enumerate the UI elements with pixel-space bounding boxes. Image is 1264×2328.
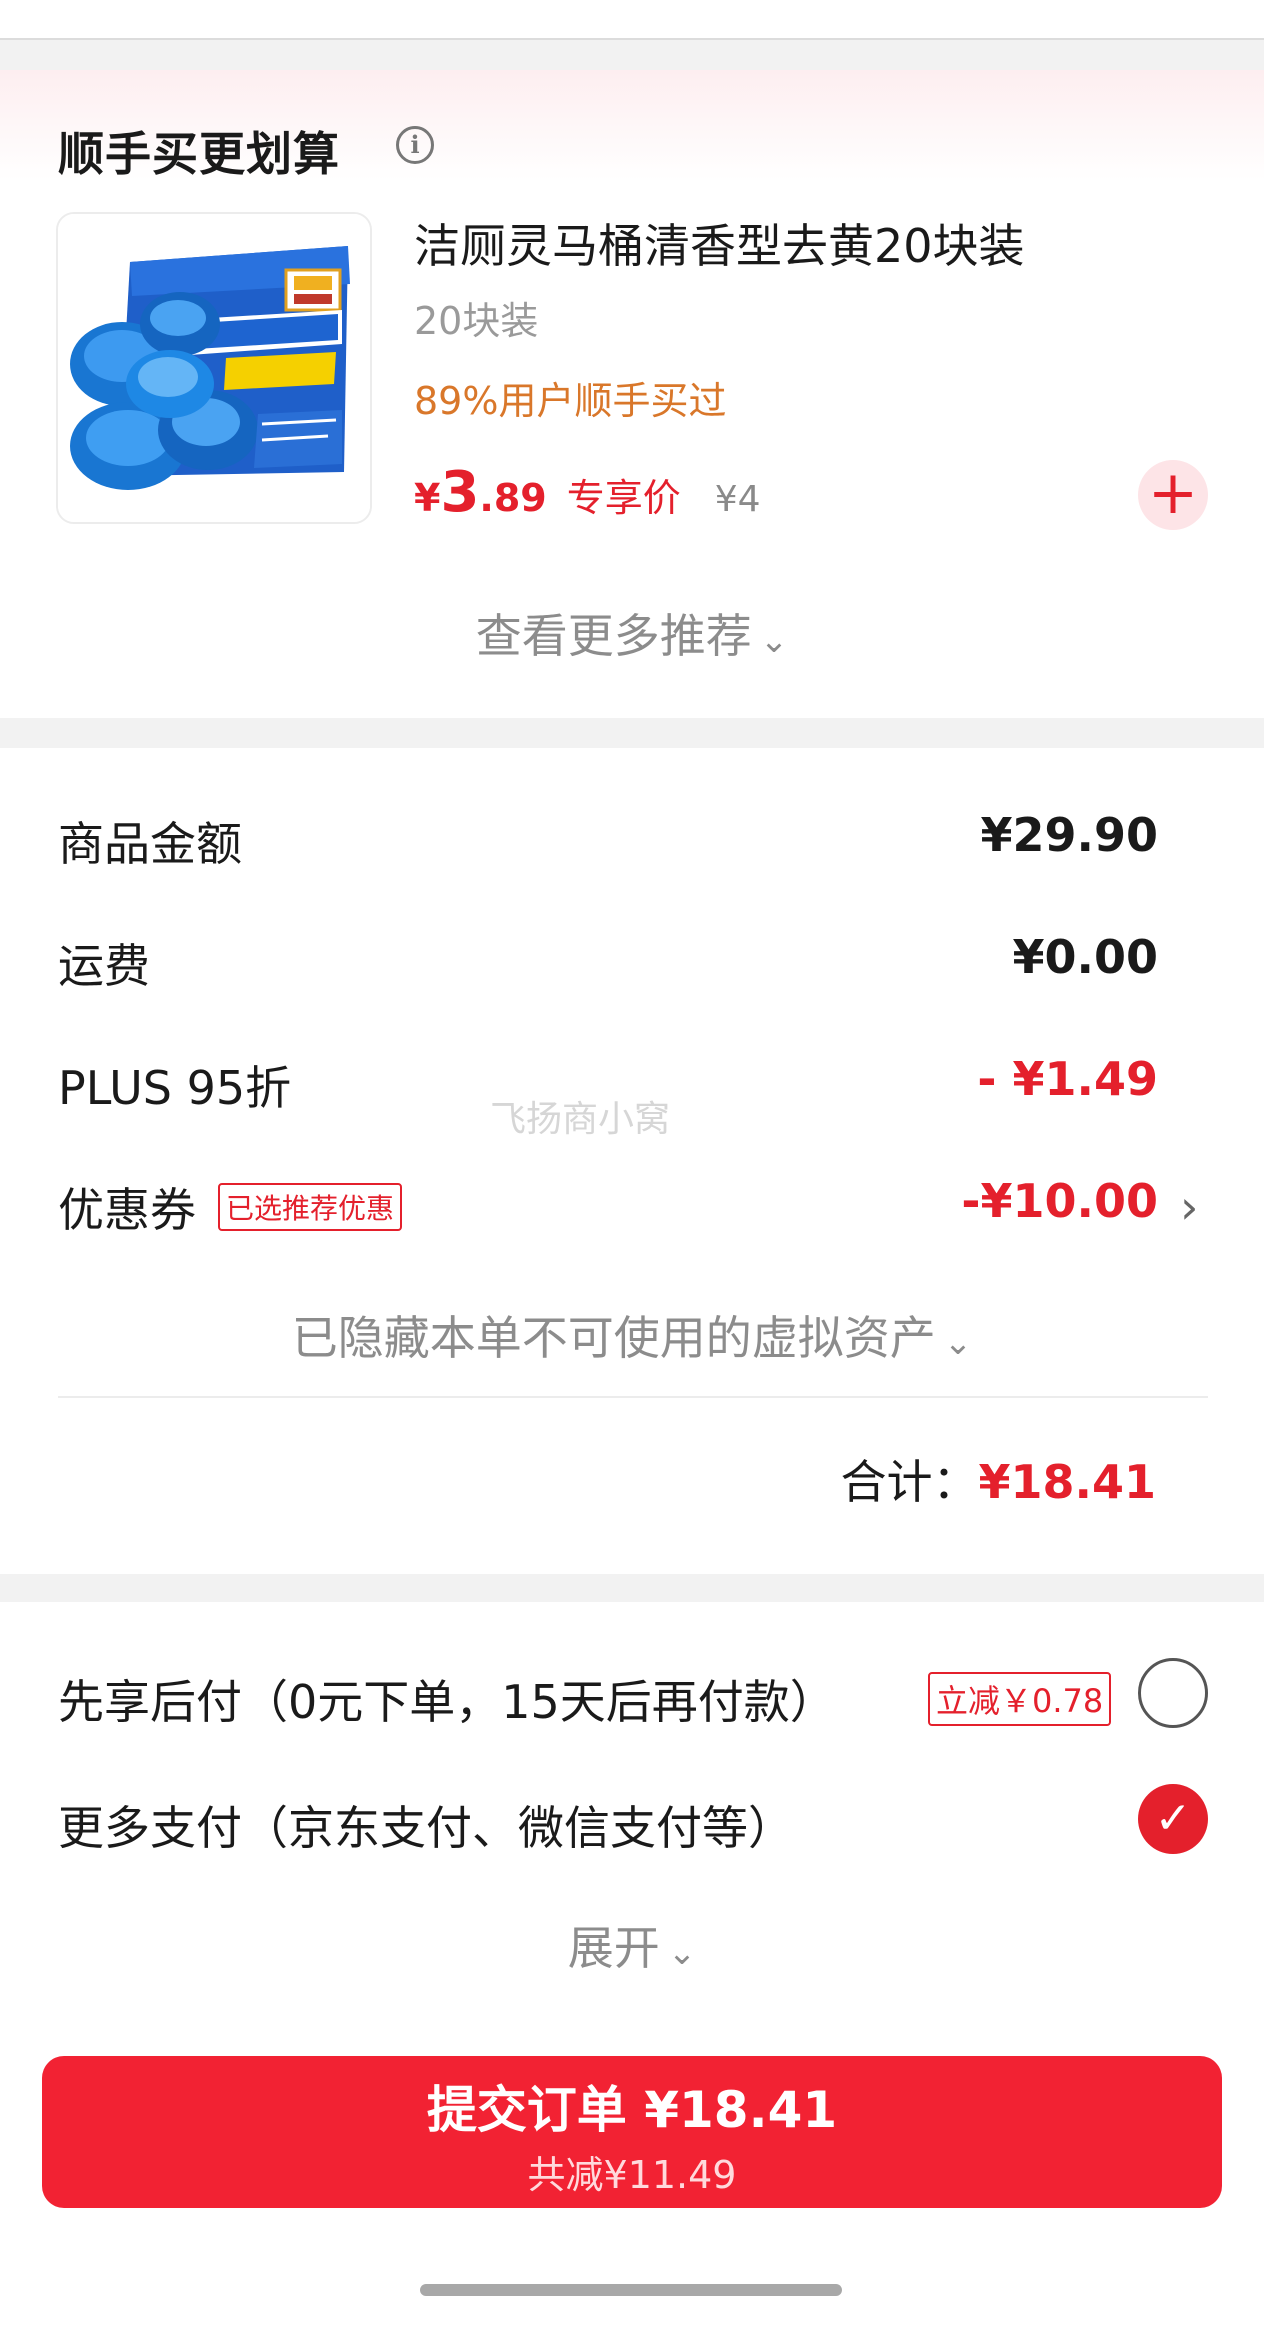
summary-label: 优惠券 已选推荐优惠: [58, 1174, 403, 1240]
expand-payment-button[interactable]: 展开 ⌄: [0, 1912, 1264, 1978]
price-tag: 专享价: [566, 476, 681, 520]
chevron-down-icon: ⌄: [943, 1323, 973, 1363]
hidden-assets-label: 已隐藏本单不可使用的虚拟资产: [291, 1311, 936, 1365]
total-value: ¥18.41: [978, 1455, 1156, 1509]
recommend-title: 顺手买更划算: [58, 127, 340, 181]
coupon-badge: 已选推荐优惠: [218, 1183, 403, 1231]
plus-icon: +: [1147, 458, 1199, 528]
pay-later-radio[interactable]: [1138, 1658, 1208, 1728]
more-payment-radio-checked[interactable]: ✓: [1138, 1784, 1208, 1854]
more-recommendations-button[interactable]: 查看更多推荐 ⌄: [0, 600, 1264, 666]
summary-value: ¥29.90: [980, 808, 1158, 862]
pay-later-discount-badge: 立减￥0.78: [928, 1672, 1112, 1726]
summary-row-goods: 商品金额 ¥29.90: [58, 808, 1158, 871]
chevron-down-icon: ⌄: [759, 621, 789, 661]
submit-order-label: 提交订单 ¥18.41: [426, 2081, 838, 2139]
home-indicator[interactable]: [420, 2284, 842, 2296]
product-social-proof: 89%用户顺手买过: [414, 379, 727, 423]
summary-value: - ¥1.49: [977, 1052, 1158, 1106]
summary-value: -¥10.00: [961, 1174, 1158, 1228]
product-image[interactable]: [56, 212, 372, 524]
price-decimal: .89: [479, 476, 547, 520]
recommend-card: 顺手买更划算 i 洁厕灵马桶清香型去黄20块装 20块装 89%用户顺手买过 ¥…: [0, 70, 1264, 718]
hidden-assets-toggle[interactable]: 已隐藏本单不可使用的虚拟资产 ⌄: [0, 1302, 1264, 1368]
coupon-label: 优惠券: [58, 1183, 196, 1237]
payment-option-more[interactable]: 更多支付（京东支付、微信支付等）: [58, 1792, 794, 1858]
summary-value: ¥0.00: [1012, 930, 1158, 984]
product-name[interactable]: 洁厕灵马桶清香型去黄20块装: [414, 210, 1025, 276]
submit-order-button[interactable]: 提交订单 ¥18.41 共减¥11.49: [42, 2056, 1222, 2208]
summary-label: 商品金额: [58, 817, 242, 871]
total-label: 合计：: [840, 1455, 979, 1509]
top-bar: [0, 0, 1264, 40]
summary-row-shipping: 运费 ¥0.00: [58, 930, 1158, 993]
submit-savings-label: 共减¥11.49: [527, 2153, 737, 2197]
add-to-order-button[interactable]: +: [1138, 460, 1208, 530]
summary-label: PLUS 95折: [58, 1061, 292, 1115]
price-integer: 3: [440, 460, 480, 525]
chevron-right-icon[interactable]: ›: [1180, 1180, 1198, 1234]
check-icon: ✓: [1154, 1793, 1192, 1844]
price-symbol: ¥: [414, 476, 441, 520]
original-price: ¥4: [714, 479, 761, 520]
expand-label: 展开: [567, 1921, 660, 1975]
summary-label: 运费: [58, 939, 150, 993]
info-icon[interactable]: i: [396, 126, 434, 164]
chevron-down-icon: ⌄: [667, 1933, 697, 1973]
summary-row-coupon[interactable]: 优惠券 已选推荐优惠 -¥10.00: [58, 1174, 1158, 1237]
payment-option-pay-later[interactable]: 先享后付（0元下单，15天后再付款）: [58, 1666, 836, 1732]
order-total: 合计：¥18.41: [840, 1446, 1156, 1512]
watermark: 飞扬商小窝: [490, 1099, 671, 1140]
product-price: ¥3.89 专享价 ¥4: [414, 460, 761, 525]
more-recommendations-label: 查看更多推荐: [475, 609, 752, 663]
product-spec: 20块装: [414, 299, 539, 343]
toilet-cleaner-package-image: [58, 214, 370, 522]
divider: [58, 1396, 1208, 1398]
